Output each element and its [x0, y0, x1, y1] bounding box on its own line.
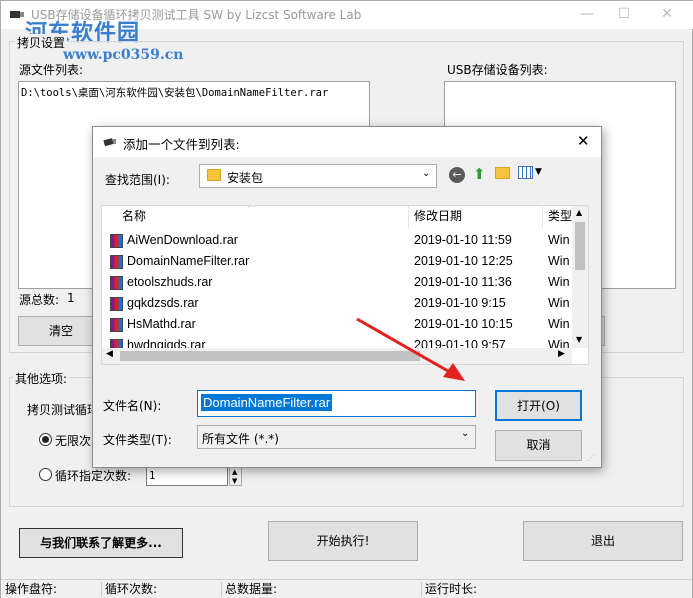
rar-file-icon [110, 297, 123, 311]
file-date: 2019-01-10 9:15 [414, 296, 506, 310]
column-type-header[interactable]: 类型 [548, 206, 572, 228]
start-button[interactable]: 开始执行! [268, 521, 418, 561]
scroll-up-icon[interactable]: ▲ [576, 208, 582, 217]
usb-dialog-icon [103, 138, 116, 147]
file-row[interactable]: gqkdzsds.rar 2019-01-10 9:15 Win [102, 294, 572, 315]
status-loops: 循环次数: [105, 582, 158, 596]
loop-count-label: 循环指定次数: [55, 469, 132, 483]
scroll-down-icon[interactable]: ▼ [576, 335, 582, 344]
filetype-label: 文件类型(T): [103, 433, 172, 447]
source-file-item[interactable]: D:\tools\桌面\河东软件园\安装包\DomainNameFilter.r… [21, 85, 328, 100]
file-name: gqkdzsds.rar [127, 296, 199, 310]
radio-dot [42, 436, 49, 443]
status-divider [221, 582, 222, 597]
vertical-scroll-thumb[interactable] [575, 222, 585, 270]
scroll-right-icon[interactable]: ▶ [558, 349, 565, 359]
chevron-down-icon: ⌄ [461, 428, 470, 439]
status-divider [421, 582, 422, 597]
file-date: 2019-01-10 11:36 [414, 275, 512, 289]
view-dropdown-icon[interactable]: ▼ [535, 167, 542, 177]
filetype-value: 所有文件 (*.*) [202, 432, 279, 446]
file-name: etoolszhuds.rar [127, 275, 213, 289]
resize-grip-icon[interactable]: ⋰ [587, 453, 595, 462]
column-modified-header[interactable]: 修改日期 [414, 206, 462, 228]
column-name-header[interactable]: 名称 [122, 206, 146, 228]
chevron-down-icon: ⌄ [422, 168, 431, 179]
file-date: 2019-01-10 11:59 [414, 233, 512, 247]
cancel-button[interactable]: 取消 [495, 430, 582, 461]
file-row[interactable]: AiWenDownload.rar 2019-01-10 11:59 Win [102, 231, 572, 252]
vertical-scrollbar[interactable]: ▲ ▼ [572, 206, 588, 348]
file-type: Win [548, 233, 570, 247]
filetype-select[interactable]: 所有文件 (*.*) ⌄ [197, 425, 476, 449]
maximize-button[interactable]: ☐ [613, 5, 635, 25]
file-type: Win [548, 296, 570, 310]
spin-down-icon[interactable]: ▼ [232, 477, 237, 485]
file-row[interactable]: DomainNameFilter.rar 2019-01-10 12:25 Wi… [102, 252, 572, 273]
view-menu-icon[interactable] [518, 166, 533, 179]
column-divider [542, 206, 543, 228]
main-window: USB存储设备循环拷贝测试工具 SW by Lizcst Software La… [0, 0, 693, 598]
other-options-label: 其他选项: [13, 370, 70, 387]
annotation-arrow [356, 317, 465, 381]
loop-count-radio[interactable] [39, 468, 52, 481]
filename-label: 文件名(N): [103, 399, 162, 413]
file-name: HsMathd.rar [127, 317, 196, 331]
rar-file-icon [110, 255, 123, 269]
dialog-title: 添加一个文件到列表: [123, 137, 240, 152]
close-button[interactable]: ✕ [656, 5, 678, 25]
rar-file-icon [110, 276, 123, 290]
source-total-value: 1 [67, 291, 75, 305]
open-button[interactable]: 打开(O) [495, 390, 582, 421]
status-total-data: 总数据量: [225, 582, 278, 596]
back-icon[interactable]: ← [449, 167, 465, 183]
source-list-label: 源文件列表: [19, 63, 84, 77]
dialog-title-bar: 添加一个文件到列表: ✕ [93, 127, 601, 157]
look-in-value: 安装包 [227, 171, 264, 185]
source-total-label: 源总数: [19, 293, 60, 307]
file-date: 2019-01-10 12:25 [414, 254, 513, 268]
usb-list-label: USB存储设备列表: [447, 63, 548, 77]
copy-test-label: 拷贝测试循环 [27, 403, 100, 417]
file-list[interactable]: 名称 ^ 修改日期 类型 AiWenDownload.rar 2019-01-1… [101, 205, 589, 365]
add-file-dialog: 添加一个文件到列表: ✕ 查找范围(I): 安装包 ⌄ ← ⬆ ▼ 名称 ^ 修… [92, 126, 602, 468]
loop-count-spinner[interactable]: ▲ ▼ [229, 467, 242, 486]
copy-settings-label: 拷贝设置 [15, 34, 68, 51]
spin-up-icon[interactable]: ▲ [232, 468, 237, 476]
new-folder-icon[interactable] [495, 167, 510, 179]
minimize-button[interactable]: — [576, 5, 598, 25]
file-type: Win [548, 317, 570, 331]
file-list-header: 名称 ^ 修改日期 类型 [102, 206, 572, 228]
unlimited-label: 无限次 [55, 434, 92, 448]
unlimited-radio[interactable] [39, 433, 52, 446]
file-name: AiWenDownload.rar [127, 233, 238, 247]
file-name: DomainNameFilter.rar [127, 254, 250, 268]
usb-app-icon [10, 11, 24, 18]
filename-value: DomainNameFilter.rar [201, 394, 333, 411]
folder-icon [207, 169, 221, 181]
column-divider [408, 206, 409, 228]
status-drive: 操作盘符: [5, 582, 58, 596]
file-row[interactable]: etoolszhuds.rar 2019-01-10 11:36 Win [102, 273, 572, 294]
horizontal-scrollbar[interactable]: ◀ ▶ [102, 348, 572, 364]
look-in-select[interactable]: 安装包 ⌄ [199, 164, 437, 188]
file-type: Win [548, 254, 570, 268]
contact-button[interactable]: 与我们联系了解更多... [19, 528, 183, 558]
up-folder-icon[interactable]: ⬆ [473, 165, 486, 183]
file-type: Win [548, 275, 570, 289]
status-runtime: 运行时长: [425, 582, 478, 596]
sort-ascending-icon: ^ [247, 205, 256, 214]
look-in-label: 查找范围(I): [105, 173, 170, 187]
status-divider [101, 582, 102, 597]
exit-button[interactable]: 退出 [523, 521, 683, 561]
filename-input[interactable]: DomainNameFilter.rar [197, 390, 476, 417]
status-bar: 操作盘符: 循环次数: 总数据量: 运行时长: [1, 579, 692, 598]
scroll-left-icon[interactable]: ◀ [106, 349, 113, 359]
rar-file-icon [110, 234, 123, 248]
file-row[interactable]: HsMathd.rar 2019-01-10 10:15 Win [102, 315, 572, 336]
rar-file-icon [110, 318, 123, 332]
loop-count-input[interactable]: 1 [146, 467, 228, 486]
loop-count-value: 1 [149, 470, 156, 482]
dialog-close-icon[interactable]: ✕ [577, 132, 590, 150]
